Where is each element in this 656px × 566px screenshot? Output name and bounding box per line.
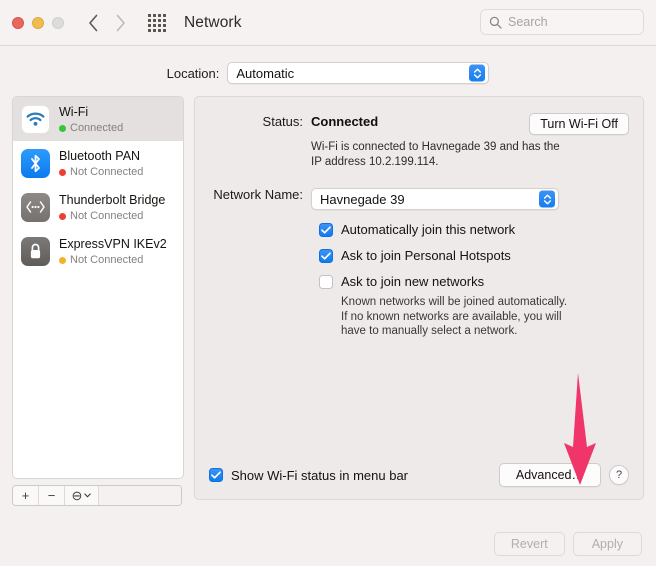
location-row: Location: Automatic <box>0 62 656 84</box>
status-dot-icon <box>59 212 66 220</box>
network-name-value: Havnegade 39 <box>320 191 405 207</box>
wifi-settings-panel: Status: Connected Turn Wi-Fi Off Wi-Fi i… <box>194 96 644 500</box>
checkbox-personal-hotspots[interactable] <box>319 248 333 263</box>
location-dropdown[interactable]: Automatic <box>227 62 490 84</box>
sidebar-item-text: Thunderbolt Bridge Not Connected <box>59 191 165 223</box>
location-value: Automatic <box>236 65 295 81</box>
search-icon <box>489 16 502 29</box>
sidebar-item-expressvpn-ikev2[interactable]: ExpressVPN IKEv2 Not Connected <box>13 229 183 273</box>
status-label: Status: <box>262 114 303 129</box>
zoom-button[interactable] <box>52 16 64 29</box>
status-value: Connected <box>311 114 379 129</box>
advanced-button[interactable]: Advanced… <box>498 463 601 487</box>
chevron-updown-icon <box>469 64 486 82</box>
toolbar-filler <box>99 486 181 505</box>
checkmark-icon <box>321 225 331 234</box>
sidebar-item-name: Thunderbolt Bridge <box>59 193 166 207</box>
network-name-dropdown[interactable]: Havnegade 39 <box>311 188 559 210</box>
titlebar: Network Search <box>0 0 656 46</box>
lock-icon <box>21 236 50 266</box>
sidebar-item-name: ExpressVPN IKEv2 <box>59 237 167 251</box>
content-area: Wi-Fi Connected Bluetooth PAN Not Connec… <box>0 84 656 506</box>
sidebar-item-status: Not Connected <box>59 209 165 223</box>
sidebar-item-thunderbolt-bridge[interactable]: Thunderbolt Bridge Not Connected <box>13 185 183 229</box>
status-row: Status: Connected Turn Wi-Fi Off Wi-Fi i… <box>209 113 629 170</box>
status-dot-icon <box>59 256 66 264</box>
revert-button[interactable]: Revert <box>493 532 565 556</box>
search-placeholder: Search <box>508 15 548 29</box>
sidebar-item-status: Not Connected <box>59 253 167 267</box>
checkbox-row-auto-join[interactable]: Automatically join this network <box>319 222 629 237</box>
sidebar-wrapper: Wi-Fi Connected Bluetooth PAN Not Connec… <box>12 96 184 506</box>
show-all-grid-icon[interactable] <box>148 13 166 32</box>
forward-chevron-icon <box>115 14 126 32</box>
chevron-down-icon <box>84 493 92 498</box>
minimize-button[interactable] <box>32 16 44 29</box>
navigation-controls <box>88 14 126 32</box>
status-value-area: Connected Turn Wi-Fi Off Wi-Fi is connec… <box>311 113 629 170</box>
network-name-label: Network Name: <box>213 187 303 202</box>
action-menu-glyph-icon: ⊖ <box>71 487 83 503</box>
footer-actions: Revert Apply <box>493 532 642 556</box>
apply-button[interactable]: Apply <box>572 532 642 556</box>
checkbox-row-new-networks[interactable]: Ask to join new networks <box>319 274 629 289</box>
sidebar-item-status: Connected <box>59 121 123 135</box>
network-preferences-window: Network Search Location: Automatic Wi-Fi… <box>0 0 656 566</box>
menubar-checkbox-row[interactable]: Show Wi-Fi status in menu bar <box>209 468 408 483</box>
action-menu-button[interactable]: ⊖ <box>65 486 99 505</box>
status-dot-icon <box>59 124 66 132</box>
new-networks-hint: Known networks will be joined automatica… <box>341 296 568 337</box>
location-label: Location: <box>166 65 220 81</box>
close-button[interactable] <box>12 16 24 29</box>
status-dot-icon <box>59 168 66 176</box>
wifi-icon <box>21 104 50 134</box>
network-services-list[interactable]: Wi-Fi Connected Bluetooth PAN Not Connec… <box>12 96 184 479</box>
status-text: Connected <box>70 122 124 134</box>
checkbox-new-networks[interactable] <box>319 274 333 289</box>
status-line: Connected Turn Wi-Fi Off <box>311 113 629 135</box>
remove-service-button[interactable]: − <box>39 486 65 505</box>
checkbox-row-personal-hotspots[interactable]: Ask to join Personal Hotspots <box>319 248 629 263</box>
panel-bottom-bar: Show Wi-Fi status in menu bar Advanced… … <box>209 463 629 487</box>
sidebar-item-name: Wi-Fi <box>59 105 89 119</box>
turn-wifi-off-button[interactable]: Turn Wi-Fi Off <box>529 113 629 135</box>
search-field[interactable]: Search <box>480 9 644 35</box>
page-title: Network <box>184 13 242 31</box>
add-service-button[interactable]: + <box>13 486 39 505</box>
chevron-updown-icon <box>539 190 555 208</box>
traffic-lights <box>12 16 64 29</box>
sidebar-item-name: Bluetooth PAN <box>59 149 141 163</box>
status-text: Not Connected <box>70 254 144 266</box>
status-text: Not Connected <box>70 210 144 222</box>
sidebar-toolbar: + − ⊖ <box>12 485 182 506</box>
sidebar-item-text: Wi-Fi Connected <box>59 103 123 135</box>
wifi-options-group: Automatically join this network Ask to j… <box>319 222 629 339</box>
thunderbolt-icon <box>21 192 50 222</box>
sidebar-item-wifi[interactable]: Wi-Fi Connected <box>13 97 183 141</box>
checkbox-label: Automatically join this network <box>341 222 516 237</box>
status-text: Not Connected <box>70 166 144 178</box>
checkbox-auto-join[interactable] <box>319 222 333 237</box>
connection-description: Wi-Fi is connected to Havnegade 39 and h… <box>311 141 560 168</box>
checkbox-label: Ask to join new networks <box>341 274 485 289</box>
checkbox-label: Show Wi-Fi status in menu bar <box>231 467 409 483</box>
network-name-value-area: Havnegade 39 <box>311 186 629 210</box>
back-chevron-icon[interactable] <box>88 14 99 32</box>
checkbox-show-wifi-status[interactable] <box>209 468 223 482</box>
sidebar-item-text: Bluetooth PAN Not Connected <box>59 147 143 179</box>
checkmark-icon <box>321 251 331 260</box>
sidebar-item-status: Not Connected <box>59 165 143 179</box>
bluetooth-icon <box>21 148 50 178</box>
sidebar-item-text: ExpressVPN IKEv2 Not Connected <box>59 235 167 267</box>
panel-actions: Advanced… ? <box>498 463 629 487</box>
checkbox-label: Ask to join Personal Hotspots <box>341 248 511 263</box>
checkmark-icon <box>211 471 221 479</box>
help-button[interactable]: ? <box>609 465 629 485</box>
sidebar-item-bluetooth-pan[interactable]: Bluetooth PAN Not Connected <box>13 141 183 185</box>
network-name-row: Network Name: Havnegade 39 <box>209 186 629 210</box>
